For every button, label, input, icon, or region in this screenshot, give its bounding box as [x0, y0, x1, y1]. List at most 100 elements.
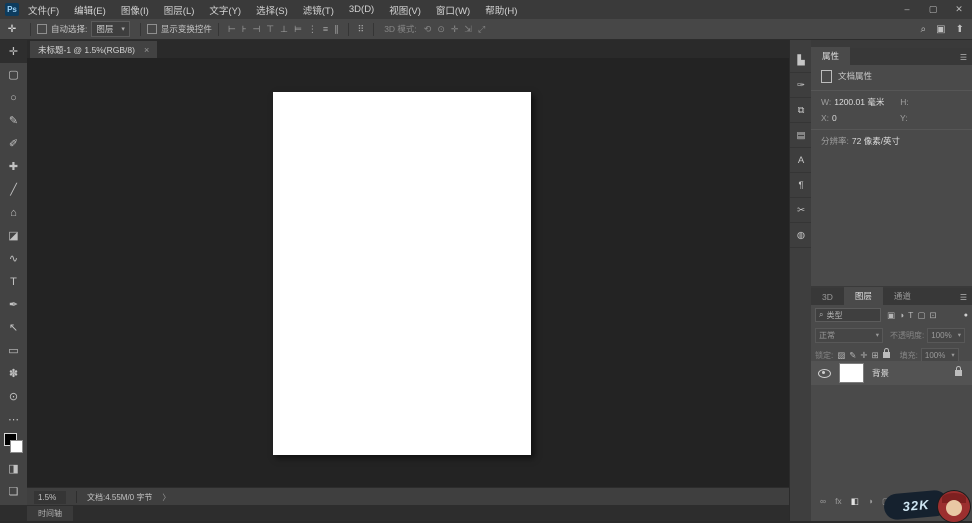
- minimize-button[interactable]: –: [894, 4, 920, 15]
- layer-effects-icon[interactable]: fx: [835, 496, 842, 506]
- blend-mode-dropdown[interactable]: 正常 ▾: [815, 328, 883, 343]
- workspace-switcher-icon[interactable]: ▣: [936, 24, 945, 35]
- filter-adjustment-layers-icon[interactable]: ◑: [899, 310, 904, 320]
- menu-select[interactable]: 选择(S): [256, 3, 288, 17]
- 3d-slide-icon[interactable]: ⇲: [464, 24, 472, 35]
- zoom-tool[interactable]: ⊙: [0, 385, 27, 408]
- histogram-panel-icon[interactable]: ▙: [790, 48, 812, 73]
- menu-window[interactable]: 窗口(W): [436, 3, 470, 17]
- 3d-roll-icon[interactable]: ⊙: [437, 24, 445, 35]
- smudge-tool[interactable]: ∿: [0, 247, 27, 270]
- layer-mask-icon[interactable]: ◧: [851, 496, 859, 507]
- tab-properties[interactable]: 属性: [811, 47, 850, 65]
- paragraph-panel-icon[interactable]: ¶: [790, 173, 812, 198]
- rectangular-marquee-tool[interactable]: ▢: [0, 63, 27, 86]
- auto-select-checkbox[interactable]: [37, 24, 47, 34]
- lock-position-icon[interactable]: ✛: [860, 350, 867, 361]
- tab-layers[interactable]: 图层: [844, 287, 883, 305]
- panel-menu-icon[interactable]: ☰: [960, 293, 972, 305]
- layer-thumbnail[interactable]: [839, 363, 864, 383]
- share-icon[interactable]: ⬆: [956, 24, 964, 35]
- menu-filter[interactable]: 滤镜(T): [303, 3, 334, 17]
- canvas[interactable]: [273, 92, 531, 455]
- menu-file[interactable]: 文件(F): [28, 3, 59, 17]
- panel-menu-icon[interactable]: ☰: [960, 53, 972, 65]
- tab-timeline[interactable]: 时间轴: [27, 506, 73, 521]
- document-tab[interactable]: 未标题-1 @ 1.5%(RGB/8) ×: [30, 41, 157, 58]
- auto-select-dropdown[interactable]: 图层 ▾: [91, 21, 130, 37]
- tab-channels[interactable]: 通道: [883, 287, 922, 305]
- path-selection-tool[interactable]: ↖: [0, 316, 27, 339]
- 3d-drag-icon[interactable]: ✛: [451, 24, 459, 35]
- more-tools-button[interactable]: ⋯: [0, 408, 27, 431]
- move-tool-icon[interactable]: ✛: [0, 24, 24, 35]
- filter-smart-objects-icon[interactable]: ⊡: [929, 310, 936, 321]
- align-left-edges-icon[interactable]: ⊢: [228, 24, 236, 35]
- lock-all-icon[interactable]: [883, 352, 890, 358]
- opacity-dropdown[interactable]: 100% ▾: [927, 328, 965, 343]
- align-horizontal-centers-icon[interactable]: ⊦: [242, 24, 247, 35]
- align-bottom-edges-icon[interactable]: ⊨: [294, 24, 302, 35]
- quick-mask-button[interactable]: ◨: [0, 457, 27, 480]
- type-tool[interactable]: T: [0, 270, 27, 293]
- eraser-tool[interactable]: ◪: [0, 224, 27, 247]
- character-styles-panel-icon[interactable]: ▤: [790, 123, 812, 148]
- close-tab-icon[interactable]: ×: [144, 45, 149, 55]
- show-transform-checkbox[interactable]: [147, 24, 157, 34]
- menu-help[interactable]: 帮助(H): [485, 3, 517, 17]
- clone-source-panel-icon[interactable]: ⧉: [790, 98, 812, 123]
- distribute-spacing-icon[interactable]: ∥: [334, 24, 339, 35]
- brush-tool[interactable]: ╱: [0, 178, 27, 201]
- layer-row-background[interactable]: 背景: [811, 361, 972, 385]
- 3d-rotate-icon[interactable]: ⟲: [424, 24, 432, 35]
- filter-type-layers-icon[interactable]: T: [908, 310, 913, 320]
- color-swatches[interactable]: [0, 431, 27, 457]
- character-panel-icon[interactable]: A: [790, 148, 812, 173]
- menu-type[interactable]: 文字(Y): [209, 3, 241, 17]
- filter-shape-layers-icon[interactable]: ▢: [917, 310, 925, 321]
- distribute-horizontal-icon[interactable]: ⋮: [308, 24, 317, 35]
- eyedropper-tool[interactable]: ✐: [0, 132, 27, 155]
- pen-tool[interactable]: ✒: [0, 293, 27, 316]
- move-tool[interactable]: ✛: [0, 40, 27, 63]
- restore-button[interactable]: ▢: [920, 4, 946, 15]
- brush-settings-panel-icon[interactable]: ✑: [790, 73, 812, 98]
- filter-toggle-icon[interactable]: ●: [964, 312, 968, 319]
- sync-panel-icon[interactable]: ◍: [790, 223, 812, 248]
- layer-visibility-eye-icon[interactable]: [818, 369, 831, 378]
- search-icon[interactable]: ⌕: [921, 24, 927, 35]
- adjustments-panel-icon[interactable]: ✂: [790, 198, 812, 223]
- shape-tool[interactable]: ▭: [0, 339, 27, 362]
- filter-pixel-layers-icon[interactable]: ▣: [887, 310, 895, 321]
- lock-transparent-pixels-icon[interactable]: ▨: [837, 350, 845, 361]
- link-layers-icon[interactable]: ∞: [820, 496, 826, 506]
- menu-edit[interactable]: 编辑(E): [74, 3, 106, 17]
- menu-3d[interactable]: 3D(D): [349, 4, 374, 15]
- zoom-level-field[interactable]: 1.5%: [34, 491, 66, 504]
- tab-3d[interactable]: 3D: [811, 289, 844, 305]
- align-vertical-centers-icon[interactable]: ⊥: [280, 24, 288, 35]
- healing-brush-tool[interactable]: ✚: [0, 155, 27, 178]
- lock-artboard-icon[interactable]: ⊞: [872, 350, 879, 361]
- hand-tool[interactable]: ✽: [0, 362, 27, 385]
- width-value[interactable]: 1200.01 毫米: [834, 96, 900, 108]
- distribute-grid-icon[interactable]: ⠿: [358, 24, 365, 35]
- align-right-edges-icon[interactable]: ⊣: [252, 24, 260, 35]
- quick-selection-tool[interactable]: ✎: [0, 109, 27, 132]
- lasso-tool[interactable]: ○: [0, 86, 27, 109]
- screen-mode-button[interactable]: ❏: [0, 480, 27, 503]
- menu-image[interactable]: 图像(I): [121, 3, 149, 17]
- layer-name[interactable]: 背景: [872, 367, 889, 379]
- distribute-vertical-icon[interactable]: ≡: [323, 24, 328, 34]
- 3d-scale-icon[interactable]: ⤢: [478, 24, 485, 35]
- lock-image-pixels-icon[interactable]: ✎: [849, 350, 856, 361]
- adjustment-layer-icon[interactable]: ◑: [868, 496, 873, 506]
- close-button[interactable]: ✕: [946, 4, 972, 15]
- menu-layer[interactable]: 图层(L): [164, 3, 195, 17]
- align-top-edges-icon[interactable]: ⊤: [266, 24, 274, 35]
- status-chevron-icon[interactable]: 〉: [162, 492, 170, 503]
- x-value[interactable]: 0: [832, 113, 900, 123]
- menu-view[interactable]: 视图(V): [389, 3, 421, 17]
- background-color-swatch[interactable]: [10, 440, 23, 453]
- clone-stamp-tool[interactable]: ⌂: [0, 201, 27, 224]
